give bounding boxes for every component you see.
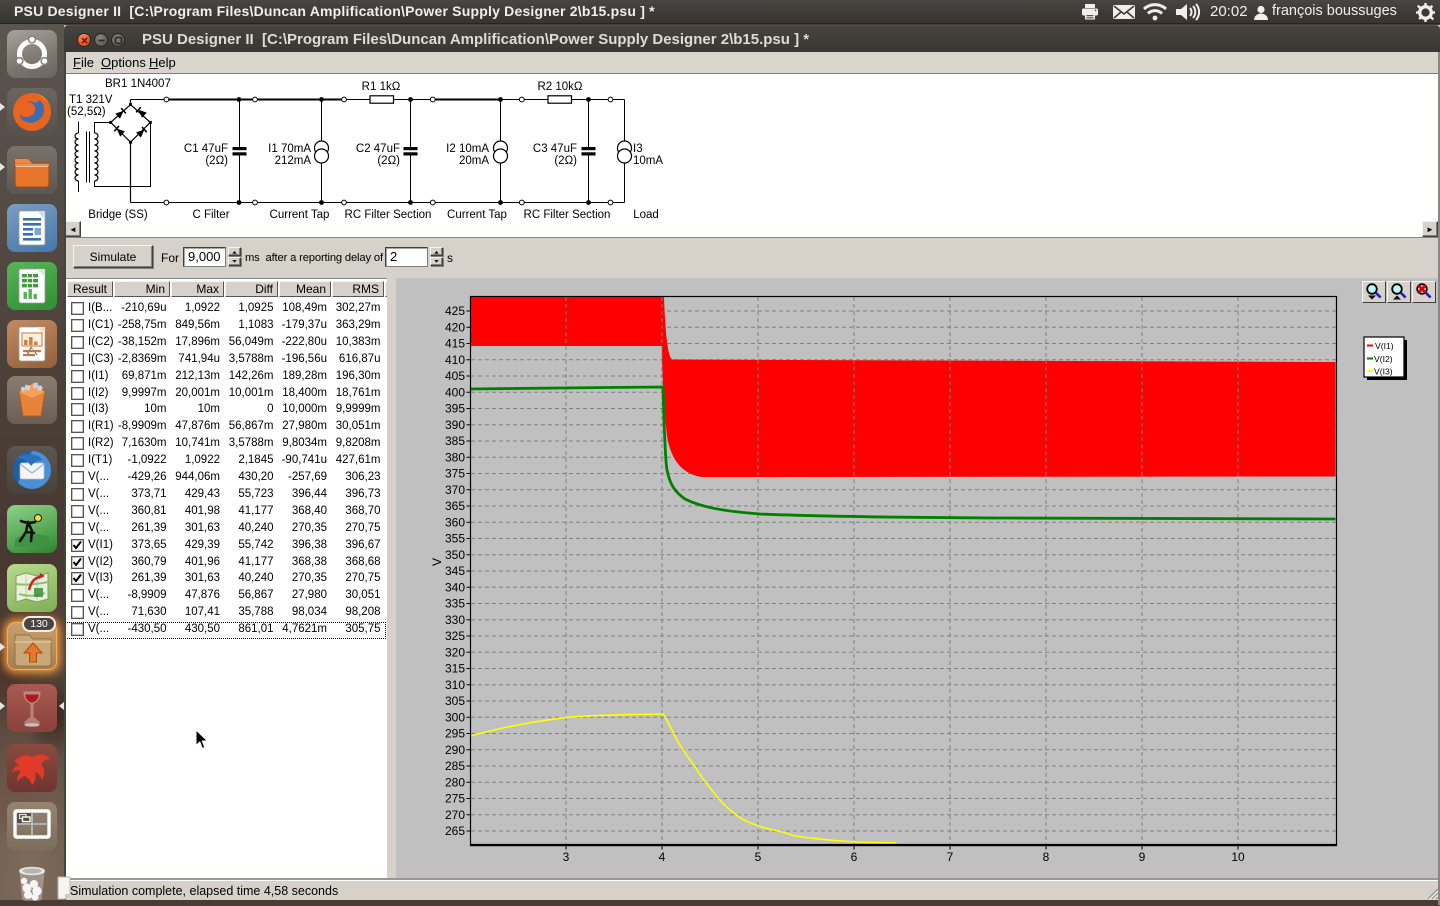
- svg-text:4: 4: [659, 850, 666, 864]
- svg-text:I1 70mA: I1 70mA: [268, 143, 311, 155]
- svg-text:C Filter: C Filter: [192, 209, 229, 221]
- svg-text:275: 275: [445, 792, 465, 806]
- svg-text:20mA: 20mA: [459, 155, 489, 167]
- svg-text:T1 321V: T1 321V: [69, 94, 113, 106]
- svg-text:375: 375: [445, 467, 465, 481]
- svg-text:360: 360: [445, 515, 465, 529]
- svg-text:290: 290: [445, 743, 465, 757]
- svg-text:400: 400: [445, 385, 465, 399]
- svg-text:R2 10kΩ: R2 10kΩ: [537, 81, 582, 93]
- svg-text:6: 6: [851, 850, 858, 864]
- svg-text:Load: Load: [633, 209, 659, 221]
- svg-text:295: 295: [445, 727, 465, 741]
- svg-text:8: 8: [1043, 850, 1050, 864]
- svg-text:212mA: 212mA: [275, 155, 312, 167]
- svg-text:(2Ω): (2Ω): [205, 155, 228, 167]
- svg-text:C3 47uF: C3 47uF: [533, 143, 577, 155]
- svg-text:270: 270: [445, 808, 465, 822]
- svg-text:V: V: [430, 558, 444, 566]
- svg-text:365: 365: [445, 499, 465, 513]
- svg-text:340: 340: [445, 580, 465, 594]
- svg-text:9: 9: [1139, 850, 1146, 864]
- svg-text:10mA: 10mA: [633, 155, 663, 167]
- svg-text:I3: I3: [633, 143, 643, 155]
- svg-text:5: 5: [755, 850, 762, 864]
- svg-text:350: 350: [445, 548, 465, 562]
- svg-text:330: 330: [445, 613, 465, 627]
- svg-text:(2Ω): (2Ω): [554, 155, 577, 167]
- svg-text:265: 265: [445, 824, 465, 838]
- svg-text:V(I3): V(I3): [1374, 367, 1393, 377]
- svg-text:Current Tap: Current Tap: [270, 209, 330, 221]
- svg-text:355: 355: [445, 532, 465, 546]
- svg-text:280: 280: [445, 775, 465, 789]
- svg-text:385: 385: [445, 434, 465, 448]
- svg-text:320: 320: [445, 645, 465, 659]
- svg-text:325: 325: [445, 629, 465, 643]
- svg-text:410: 410: [445, 353, 465, 367]
- svg-text:420: 420: [445, 320, 465, 334]
- svg-text:Bridge (SS): Bridge (SS): [88, 209, 148, 221]
- svg-text:300: 300: [445, 710, 465, 724]
- svg-text:7: 7: [947, 850, 954, 864]
- svg-text:C1 47uF: C1 47uF: [184, 143, 228, 155]
- svg-text:10: 10: [1231, 850, 1245, 864]
- svg-text:V(I2): V(I2): [1374, 354, 1393, 364]
- svg-text:(52,5Ω): (52,5Ω): [67, 106, 106, 118]
- svg-text:R1 1kΩ: R1 1kΩ: [362, 81, 401, 93]
- svg-text:395: 395: [445, 402, 465, 416]
- svg-text:345: 345: [445, 564, 465, 578]
- svg-text:BR1 1N4007: BR1 1N4007: [105, 78, 171, 90]
- svg-text:335: 335: [445, 597, 465, 611]
- svg-text:315: 315: [445, 662, 465, 676]
- svg-text:285: 285: [445, 759, 465, 773]
- svg-text:380: 380: [445, 450, 465, 464]
- svg-text:310: 310: [445, 678, 465, 692]
- svg-text:RC Filter Section: RC Filter Section: [524, 209, 611, 221]
- svg-text:305: 305: [445, 694, 465, 708]
- svg-text:3: 3: [563, 850, 570, 864]
- svg-text:I2 10mA: I2 10mA: [446, 143, 489, 155]
- svg-text:(2Ω): (2Ω): [377, 155, 400, 167]
- svg-text:425: 425: [445, 304, 465, 318]
- svg-text:390: 390: [445, 418, 465, 432]
- svg-text:415: 415: [445, 337, 465, 351]
- svg-text:405: 405: [445, 369, 465, 383]
- svg-text:370: 370: [445, 483, 465, 497]
- svg-text:V(I1): V(I1): [1375, 341, 1394, 351]
- svg-text:Current Tap: Current Tap: [447, 209, 507, 221]
- svg-text:C2 47uF: C2 47uF: [356, 143, 400, 155]
- svg-text:RC Filter Section: RC Filter Section: [345, 209, 432, 221]
